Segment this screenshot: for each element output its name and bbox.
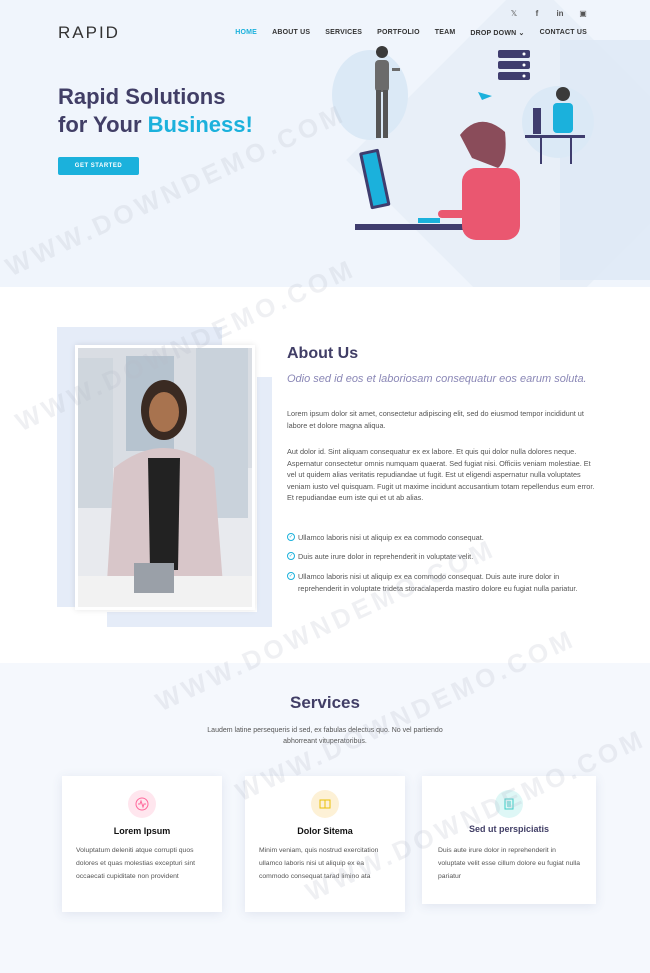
about-title: About Us — [287, 345, 359, 362]
nav-home[interactable]: HOME — [235, 29, 257, 37]
chevron-down-icon: ⌄ — [518, 30, 525, 37]
social-links: 𝕏 f in ▣ — [509, 9, 588, 18]
nav-contact[interactable]: CONTACT US — [540, 29, 587, 37]
facebook-icon[interactable]: f — [532, 9, 542, 18]
check-circle-icon: ✓ — [287, 533, 295, 541]
check-circle-icon: ✓ — [287, 572, 295, 580]
frame-decoration — [257, 377, 272, 627]
nav-services[interactable]: SERVICES — [325, 29, 362, 37]
frame-decoration — [107, 612, 272, 627]
woman-portrait-image — [78, 348, 252, 607]
hero-title-prefix: for Your — [58, 112, 148, 137]
hero-section: RAPID 𝕏 f in ▣ HOME ABOUT US SERVICES PO… — [0, 0, 650, 287]
about-check-item: ✓ Ullamco laboris nisi ut aliquip ex ea … — [287, 571, 597, 594]
linkedin-icon[interactable]: in — [555, 9, 565, 18]
service-card-title: Lorem Ipsum — [113, 826, 171, 836]
service-card-text: Voluptatum deleniti atque corrupti quos … — [76, 847, 196, 880]
services-subtitle: Laudem latine persequeris id sed, ex fab… — [207, 727, 443, 745]
service-card[interactable]: Dolor Sitema Minim veniam, quis nostrud … — [245, 776, 405, 912]
hero-title-line1: Rapid Solutions — [58, 84, 226, 109]
about-image-frame — [57, 327, 272, 627]
service-card-text: Minim veniam, quis nostrud exercitation … — [259, 847, 379, 880]
frame-decoration — [57, 327, 77, 607]
service-card-title: Sed ut perspiciatis — [468, 824, 550, 834]
instagram-icon[interactable]: ▣ — [578, 9, 588, 18]
book-icon — [311, 790, 339, 818]
main-nav: HOME ABOUT US SERVICES PORTFOLIO TEAM DR… — [235, 29, 587, 37]
document-icon — [495, 790, 523, 818]
about-photo — [75, 345, 255, 610]
service-card[interactable]: Lorem Ipsum Voluptatum deleniti atque co… — [62, 776, 222, 912]
hero-title: Rapid Solutions for Your Business! — [58, 83, 253, 139]
check-item-text: Duis aute irure dolor in reprehenderit i… — [298, 552, 474, 561]
nav-portfolio[interactable]: PORTFOLIO — [377, 29, 420, 37]
nav-team[interactable]: TEAM — [435, 29, 456, 37]
hero-illustration — [332, 46, 594, 240]
nav-dropdown[interactable]: DROP DOWN ⌄ — [470, 29, 524, 37]
nav-dropdown-label: DROP DOWN — [470, 30, 517, 37]
service-card-title: Dolor Sitema — [297, 826, 353, 836]
service-card[interactable]: Sed ut perspiciatis Duis aute irure dolo… — [422, 776, 596, 904]
about-paragraph-2: Aut dolor id. Sint aliquam consequatur e… — [287, 447, 595, 502]
about-check-item: ✓ Ullamco laboris nisi ut aliquip ex ea … — [287, 532, 597, 544]
check-circle-icon: ✓ — [287, 552, 295, 560]
site-logo[interactable]: RAPID — [58, 23, 120, 43]
get-started-button[interactable]: GET STARTED — [58, 157, 139, 175]
nav-about[interactable]: ABOUT US — [272, 29, 310, 37]
check-item-text: Ullamco laboris nisi ut aliquip ex ea co… — [298, 572, 578, 593]
services-title: Services — [290, 693, 360, 712]
service-card-text: Duis aute irure dolor in reprehenderit i… — [438, 847, 581, 880]
about-lead: Odio sed id eos et laboriosam consequatu… — [287, 373, 587, 385]
hero-title-highlight: Business! — [147, 112, 253, 137]
hero-title-line2: for Your Business! — [58, 111, 253, 139]
pulse-icon — [128, 790, 156, 818]
twitter-icon[interactable]: 𝕏 — [509, 9, 519, 18]
about-paragraph-1: Lorem ipsum dolor sit amet, consectetur … — [287, 409, 584, 430]
check-item-text: Ullamco laboris nisi ut aliquip ex ea co… — [298, 533, 484, 542]
about-check-item: ✓ Duis aute irure dolor in reprehenderit… — [287, 551, 597, 563]
